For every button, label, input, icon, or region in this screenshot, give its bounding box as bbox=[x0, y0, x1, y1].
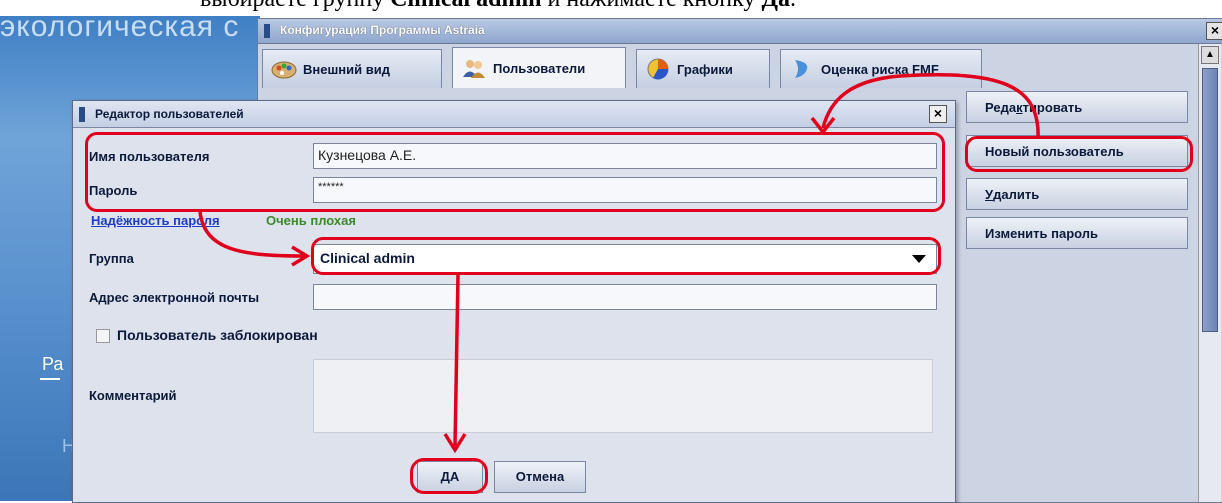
dialog-icon bbox=[79, 107, 85, 122]
background-title: экологическая с bbox=[0, 10, 240, 43]
tab-fmf-risk-label: Оценка риска FMF bbox=[821, 61, 939, 77]
app-icon bbox=[264, 24, 270, 38]
caption-bold-group: Clinical admin bbox=[390, 0, 541, 12]
blocked-label: Пользователь заблокирован bbox=[117, 327, 318, 343]
change-password-button[interactable]: Изменить пароль bbox=[966, 217, 1188, 249]
tab-appearance[interactable]: Внешний вид bbox=[262, 49, 442, 88]
user-editor-title: Редактор пользователей bbox=[95, 107, 244, 121]
group-label: Группа bbox=[89, 251, 134, 266]
delete-label-suffix: далить bbox=[993, 186, 1040, 202]
comment-label: Комментарий bbox=[89, 388, 177, 403]
configuration-titlebar[interactable]: Конфигурация Программы Astraia × bbox=[258, 19, 1222, 44]
caption-part2: и нажимаете кнопку bbox=[542, 0, 762, 12]
close-icon[interactable]: × bbox=[929, 105, 947, 123]
email-field[interactable] bbox=[313, 284, 937, 310]
tab-appearance-label: Внешний вид bbox=[303, 61, 390, 77]
tab-charts[interactable]: Графики bbox=[636, 49, 770, 88]
instruction-text: выбираете группу Clinical admin и нажима… bbox=[200, 0, 796, 13]
change-password-label: Изменить пароль bbox=[985, 225, 1099, 241]
tab-charts-label: Графики bbox=[677, 61, 733, 77]
chart-icon bbox=[645, 58, 671, 80]
password-strength-link[interactable]: Надёжность пароля bbox=[91, 213, 220, 228]
cancel-button[interactable]: Отмена bbox=[494, 461, 586, 493]
caption-bold-button: Да bbox=[761, 0, 790, 12]
background-link-1[interactable]: Ра bbox=[42, 354, 63, 375]
edit-label-prefix: Реда bbox=[985, 99, 1017, 115]
password-strength-value: Очень плохая bbox=[266, 213, 356, 228]
user-editor-titlebar[interactable]: Редактор пользователей × bbox=[73, 101, 955, 128]
close-icon[interactable]: × bbox=[1206, 22, 1222, 40]
vertical-scrollbar[interactable]: ▲ bbox=[1198, 44, 1221, 502]
edit-label-suffix: тировать bbox=[1022, 99, 1083, 115]
blocked-checkbox[interactable] bbox=[96, 329, 110, 343]
users-icon bbox=[461, 57, 487, 79]
scroll-up-icon[interactable]: ▲ bbox=[1201, 46, 1219, 64]
comment-field[interactable] bbox=[313, 359, 933, 433]
annotation-highlight-ok bbox=[410, 458, 488, 494]
scroll-thumb[interactable] bbox=[1202, 68, 1218, 332]
tab-users[interactable]: Пользователи bbox=[452, 47, 626, 88]
tab-fmf-risk[interactable]: Оценка риска FMF bbox=[780, 49, 982, 88]
tab-bar: Внешний вид Пользователи Графики Оценка … bbox=[262, 47, 1022, 89]
risk-icon bbox=[789, 58, 815, 80]
background-underline bbox=[40, 378, 60, 380]
delete-button[interactable]: Удалить bbox=[966, 178, 1188, 210]
palette-icon bbox=[271, 58, 297, 80]
annotation-highlight-new-user bbox=[965, 136, 1193, 172]
edit-button[interactable]: Реда к тировать bbox=[966, 91, 1188, 123]
email-label: Адрес электронной почты bbox=[89, 290, 260, 305]
configuration-title: Конфигурация Программы Astraia bbox=[280, 23, 485, 37]
annotation-highlight-credentials bbox=[85, 132, 945, 212]
tab-users-label: Пользователи bbox=[493, 60, 586, 76]
delete-label-mnemonic: У bbox=[985, 186, 994, 202]
annotation-highlight-group bbox=[311, 237, 941, 275]
